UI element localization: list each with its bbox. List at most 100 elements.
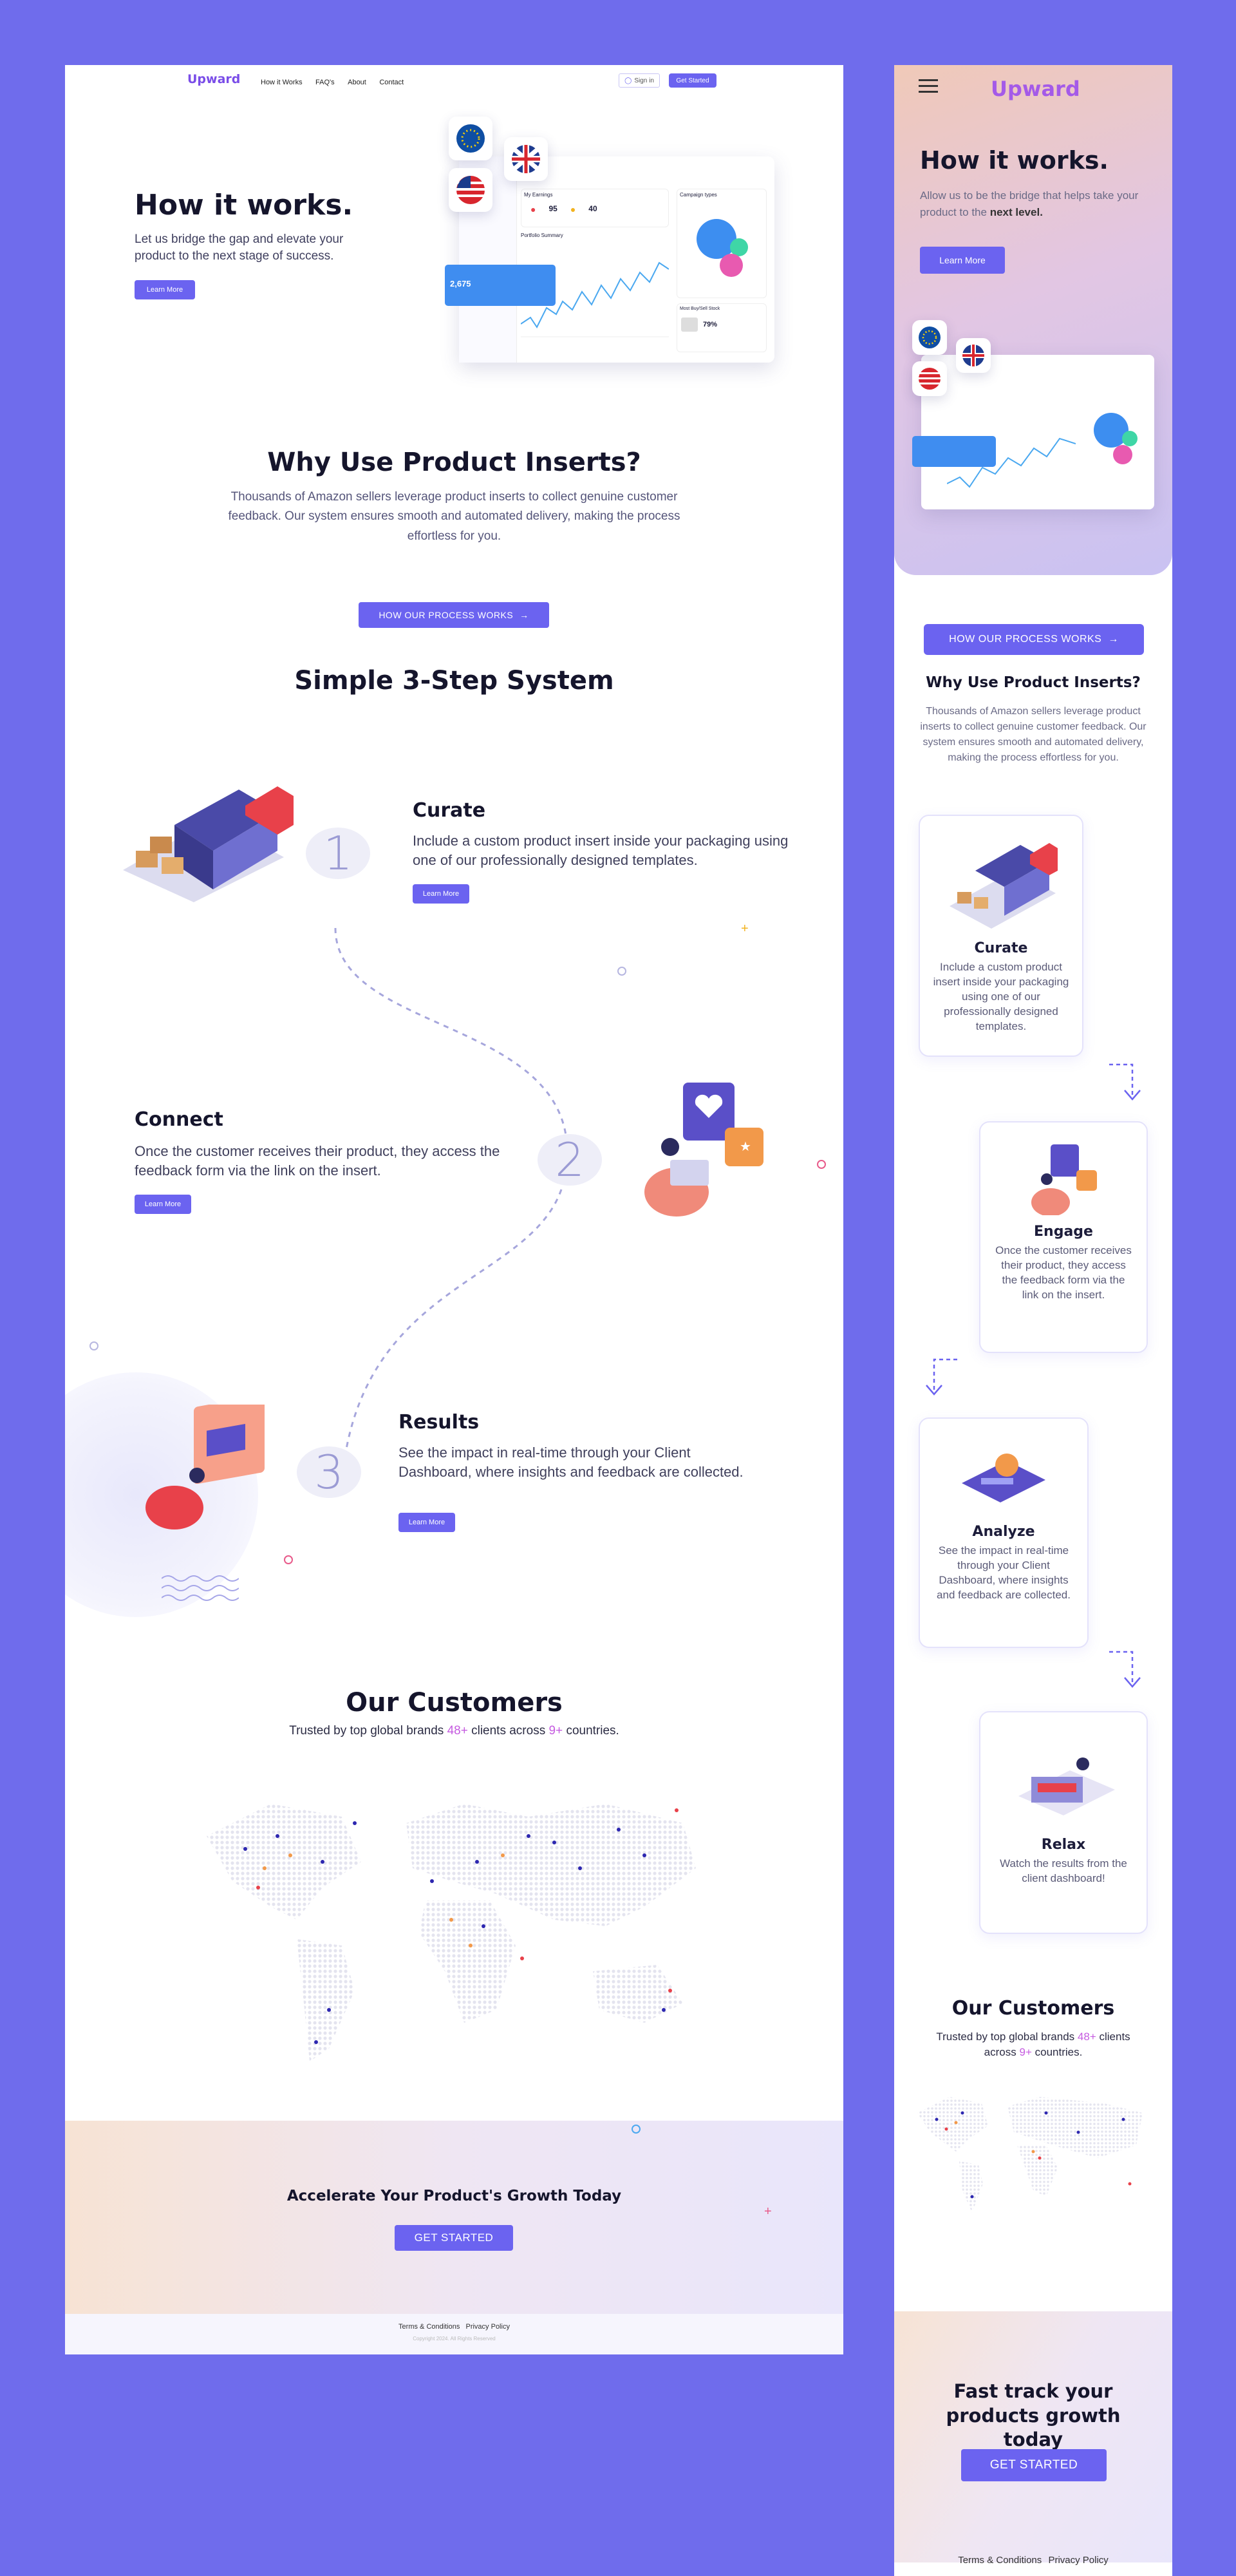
earnings-label: My Earnings: [524, 192, 553, 198]
recent-value: 79%: [703, 321, 718, 328]
dashed-arrow-icon: [926, 1358, 957, 1396]
uk-flag-icon: [956, 338, 991, 373]
card-analyze-title: Analyze: [972, 1524, 1035, 1540]
card-engage-text: Once the customer receives their product…: [995, 1244, 1132, 1301]
mobile-world-map: [917, 2097, 1143, 2213]
mobile-process-button[interactable]: HOW OUR PROCESS WORKS →: [924, 624, 1144, 655]
terms-link[interactable]: Terms & Conditions: [958, 2555, 1042, 2566]
analyze-illustration: [145, 1405, 265, 1530]
truck-illustration: [950, 843, 1058, 929]
mobile-hero-subtitle: Allow us to be the bridge that helps tak…: [920, 187, 1145, 220]
logo[interactable]: Upward: [187, 72, 240, 86]
bubble-green: [1122, 431, 1138, 446]
footer-links: Terms & Conditions Privacy Policy: [65, 2323, 843, 2331]
mobile-learn-more-button[interactable]: Learn More: [920, 247, 1005, 274]
mobile-process-label: HOW OUR PROCESS WORKS: [949, 634, 1102, 645]
cta-section: [65, 2121, 843, 2314]
mobile-logo[interactable]: Upward: [991, 77, 1080, 101]
step-2-title: Connect: [135, 1108, 223, 1131]
step-1-number: 1: [306, 826, 370, 880]
nav-how-it-works[interactable]: How it Works: [261, 79, 303, 86]
why-text: Thousands of Amazon sellers leverage pro…: [228, 490, 680, 543]
deco-circle: [632, 2125, 641, 2134]
card-analyze-text: See the impact in real-time through your…: [937, 1544, 1071, 1601]
svg-text:★: ★: [740, 1140, 751, 1154]
clients-count: 48+: [447, 1724, 468, 1738]
customers-pre: Trusted by top global brands: [289, 1724, 444, 1738]
step-1-title: Curate: [413, 799, 486, 822]
engage-illustration: ★: [644, 1083, 763, 1217]
hero-learn-more-button[interactable]: Learn More: [135, 280, 195, 299]
hero-subtitle: Let us bridge the gap and elevate your p…: [135, 232, 344, 263]
step-3-learn-more[interactable]: Learn More: [398, 1513, 455, 1532]
customers-subtitle: Trusted by top global brands 48+ clients…: [65, 1724, 843, 1738]
relax-illustration: [1018, 1757, 1115, 1815]
nav-about[interactable]: About: [348, 79, 366, 86]
recent-label: Most Buy/Sell Stock: [680, 307, 720, 311]
dashed-arrow-icon: [1109, 1063, 1141, 1101]
pin-icon: ●: [530, 204, 536, 214]
card-curate-text: Include a custom product insert inside y…: [933, 961, 1069, 1032]
recent-card: Most Buy/Sell Stock 79%: [677, 303, 767, 352]
cta-title: Accelerate Your Product's Growth Today: [286, 2188, 622, 2204]
eu-flag-icon: [912, 320, 947, 355]
nav-contact[interactable]: Contact: [379, 79, 404, 86]
product-thumb: [681, 317, 698, 332]
deco-circle: [817, 1160, 826, 1169]
campaign-label: Campaign types: [680, 192, 717, 198]
mobile-cta-title: Fast track your products growth today: [946, 2380, 1121, 2451]
plus-icon: +: [764, 2204, 772, 2219]
get-started-button[interactable]: Get Started: [669, 73, 716, 88]
deco-circle: [617, 967, 626, 976]
dashboard-mockup: My Earnings ● 95 ● 40 Portfolio Summary Ca…: [459, 156, 774, 363]
deco-circle: [89, 1341, 98, 1350]
eu-flag-icon: [449, 117, 492, 160]
card-relax[interactable]: Relax Watch the results from the client …: [979, 1711, 1148, 1934]
copyright: Copyright 2024. All Rights Reserved: [413, 2336, 496, 2342]
plus-icon: +: [741, 922, 749, 936]
nav-faqs[interactable]: FAQ's: [315, 79, 335, 86]
steps-title: Simple 3-Step System: [294, 666, 614, 696]
mobile-customers-title: Our Customers: [951, 1997, 1115, 2020]
bubble-pink: [1113, 445, 1132, 464]
desktop-page: Upward How it Works FAQ's About Contact …: [65, 65, 843, 2354]
wave-lines: [162, 1575, 239, 1601]
why-title: Why Use Product Inserts?: [267, 448, 641, 477]
badge-value: 2,675: [450, 279, 471, 289]
privacy-link[interactable]: Privacy Policy: [1048, 2555, 1108, 2566]
terms-link[interactable]: Terms & Conditions: [398, 2323, 460, 2331]
cta-get-started-button[interactable]: GET STARTED: [395, 2225, 513, 2251]
mobile-get-started-button[interactable]: GET STARTED: [961, 2449, 1107, 2481]
mobile-dashboard: [921, 355, 1154, 509]
customers-title: Our Customers: [346, 1688, 563, 1718]
arrow-right-icon: →: [520, 610, 529, 620]
card-curate[interactable]: Curate Include a custom product insert i…: [919, 815, 1083, 1057]
step-2-learn-more[interactable]: Learn More: [135, 1195, 191, 1214]
card-relax-text: Watch the results from the client dashbo…: [1000, 1857, 1127, 1884]
analyze-illustration: [962, 1454, 1045, 1502]
mobile-footer-links: Terms & Conditions Privacy Policy: [894, 2555, 1172, 2566]
hero-title: How it works.: [135, 189, 353, 222]
customers-post: countries.: [566, 1724, 619, 1738]
clients-count: 48+: [1077, 2031, 1096, 2043]
card-analyze[interactable]: Analyze See the impact in real-time thro…: [919, 1417, 1089, 1648]
signin-button[interactable]: ◯ Sign in: [619, 73, 660, 88]
bubble-pink: [720, 254, 743, 277]
card-curate-title: Curate: [974, 940, 1028, 956]
card-relax-title: Relax: [1041, 1837, 1086, 1853]
coin-icon: ●: [570, 204, 576, 214]
earnings-card: My Earnings ● 95 ● 40: [521, 189, 669, 227]
earnings-value-2: 40: [588, 204, 597, 213]
hamburger-menu-icon[interactable]: [919, 79, 938, 93]
earnings-value: 95: [548, 204, 557, 213]
step-2-text: Once the customer receives their product…: [135, 1143, 500, 1179]
privacy-link[interactable]: Privacy Policy: [465, 2323, 509, 2331]
card-engage[interactable]: Engage Once the customer receives their …: [979, 1121, 1148, 1353]
step-3-text: See the impact in real-time through your…: [398, 1444, 744, 1480]
process-button[interactable]: HOW OUR PROCESS WORKS →: [359, 602, 549, 628]
user-icon: ◯: [624, 77, 632, 84]
step-1-learn-more[interactable]: Learn More: [413, 884, 469, 904]
step-3-title: Results: [398, 1411, 480, 1434]
card-engage-title: Engage: [1034, 1224, 1093, 1240]
arrow-right-icon: →: [1108, 634, 1119, 645]
